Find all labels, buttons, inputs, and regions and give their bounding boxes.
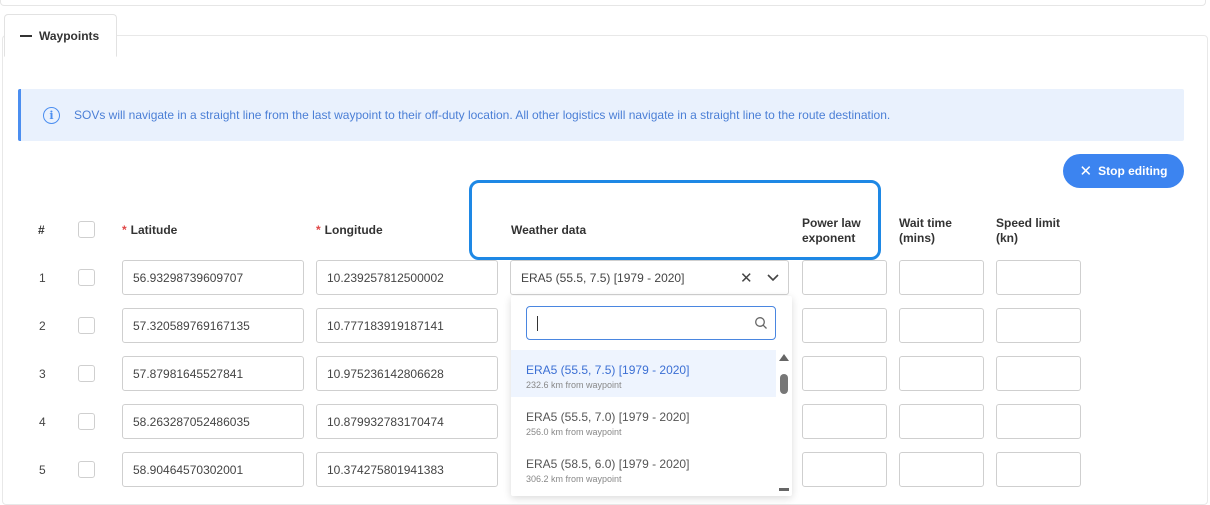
header-power-law-exponent: Power law exponent: [802, 216, 861, 245]
row-number: 5: [39, 463, 46, 477]
latitude-input[interactable]: 58.90464570302001: [122, 452, 304, 487]
wait-time-input[interactable]: [899, 452, 984, 487]
dropdown-scrollbar[interactable]: [776, 350, 792, 496]
row-checkbox[interactable]: [78, 269, 95, 286]
weather-select-value: ERA5 (55.5, 7.5) [1979 - 2020]: [521, 270, 685, 285]
row-number: 4: [39, 415, 46, 429]
weather-dropdown: ERA5 (55.5, 7.5) [1979 - 2020] 232.6 km …: [511, 296, 792, 496]
header-longitude: * Longitude: [316, 223, 383, 237]
latitude-input[interactable]: 58.263287052486035: [122, 404, 304, 439]
longitude-input[interactable]: 10.879932783170474: [316, 404, 498, 439]
speed-limit-input[interactable]: [996, 308, 1081, 343]
stop-editing-label: Stop editing: [1098, 164, 1168, 178]
waypoints-section-toggle[interactable]: Waypoints: [4, 14, 117, 57]
latitude-input[interactable]: 57.87981645527841: [122, 356, 304, 391]
power-law-input[interactable]: [802, 356, 887, 391]
row-number: 1: [39, 271, 46, 285]
required-marker: *: [316, 223, 321, 237]
scroll-thumb[interactable]: [780, 374, 788, 394]
scroll-up-icon[interactable]: [779, 354, 789, 361]
info-banner: i SOVs will navigate in a straight line …: [18, 89, 1184, 141]
row-checkbox[interactable]: [78, 317, 95, 334]
latitude-input[interactable]: 56.93298739609707: [122, 260, 304, 295]
speed-limit-input[interactable]: [996, 452, 1081, 487]
wait-time-input[interactable]: [899, 308, 984, 343]
power-law-input[interactable]: [802, 404, 887, 439]
longitude-input[interactable]: 10.777183919187141: [316, 308, 498, 343]
dropdown-option[interactable]: ERA5 (55.5, 7.5) [1979 - 2020] 232.6 km …: [511, 350, 776, 397]
wait-time-input[interactable]: [899, 404, 984, 439]
select-all-checkbox[interactable]: [78, 221, 95, 238]
wait-time-input[interactable]: [899, 260, 984, 295]
weather-data-select[interactable]: ERA5 (55.5, 7.5) [1979 - 2020] ✕: [510, 260, 789, 295]
row-checkbox[interactable]: [78, 413, 95, 430]
stop-editing-button[interactable]: ✕ Stop editing: [1063, 154, 1184, 188]
power-law-input[interactable]: [802, 452, 887, 487]
row-number: 3: [39, 367, 46, 381]
section-title: Waypoints: [39, 28, 100, 43]
row-number: 2: [39, 319, 46, 333]
info-message: SOVs will navigate in a straight line fr…: [74, 108, 891, 122]
search-icon: [755, 317, 767, 329]
dropdown-option[interactable]: ERA5 (58.5, 6.0) [1979 - 2020] 306.2 km …: [511, 444, 776, 491]
dropdown-option[interactable]: ERA5 (55.5, 7.0) [1979 - 2020] 256.0 km …: [511, 397, 776, 444]
scroll-down-icon[interactable]: [779, 488, 789, 491]
header-index: #: [38, 223, 45, 237]
top-card-edge: [0, 0, 1206, 6]
longitude-input[interactable]: 10.239257812500002: [316, 260, 498, 295]
row-checkbox[interactable]: [78, 365, 95, 382]
power-law-input[interactable]: [802, 308, 887, 343]
header-speed-limit: Speed limit (kn): [996, 216, 1061, 245]
info-icon: i: [43, 106, 60, 124]
speed-limit-input[interactable]: [996, 404, 1081, 439]
power-law-input[interactable]: [802, 260, 887, 295]
row-checkbox[interactable]: [78, 461, 95, 478]
collapse-minus-icon: [20, 34, 32, 37]
chevron-down-icon[interactable]: [766, 270, 780, 284]
required-marker: *: [122, 223, 127, 237]
close-icon: ✕: [1079, 162, 1093, 180]
dropdown-search-input[interactable]: [526, 306, 776, 340]
speed-limit-input[interactable]: [996, 260, 1081, 295]
header-weather-data: Weather data: [511, 223, 587, 237]
header-wait-time: Wait time (mins): [899, 216, 952, 245]
header-latitude: * Latitude: [122, 223, 178, 237]
text-caret: [537, 316, 538, 331]
speed-limit-input[interactable]: [996, 356, 1081, 391]
longitude-input[interactable]: 10.975236142806628: [316, 356, 498, 391]
longitude-input[interactable]: 10.374275801941383: [316, 452, 498, 487]
wait-time-input[interactable]: [899, 356, 984, 391]
clear-icon[interactable]: ✕: [740, 269, 753, 287]
latitude-input[interactable]: 57.320589769167135: [122, 308, 304, 343]
